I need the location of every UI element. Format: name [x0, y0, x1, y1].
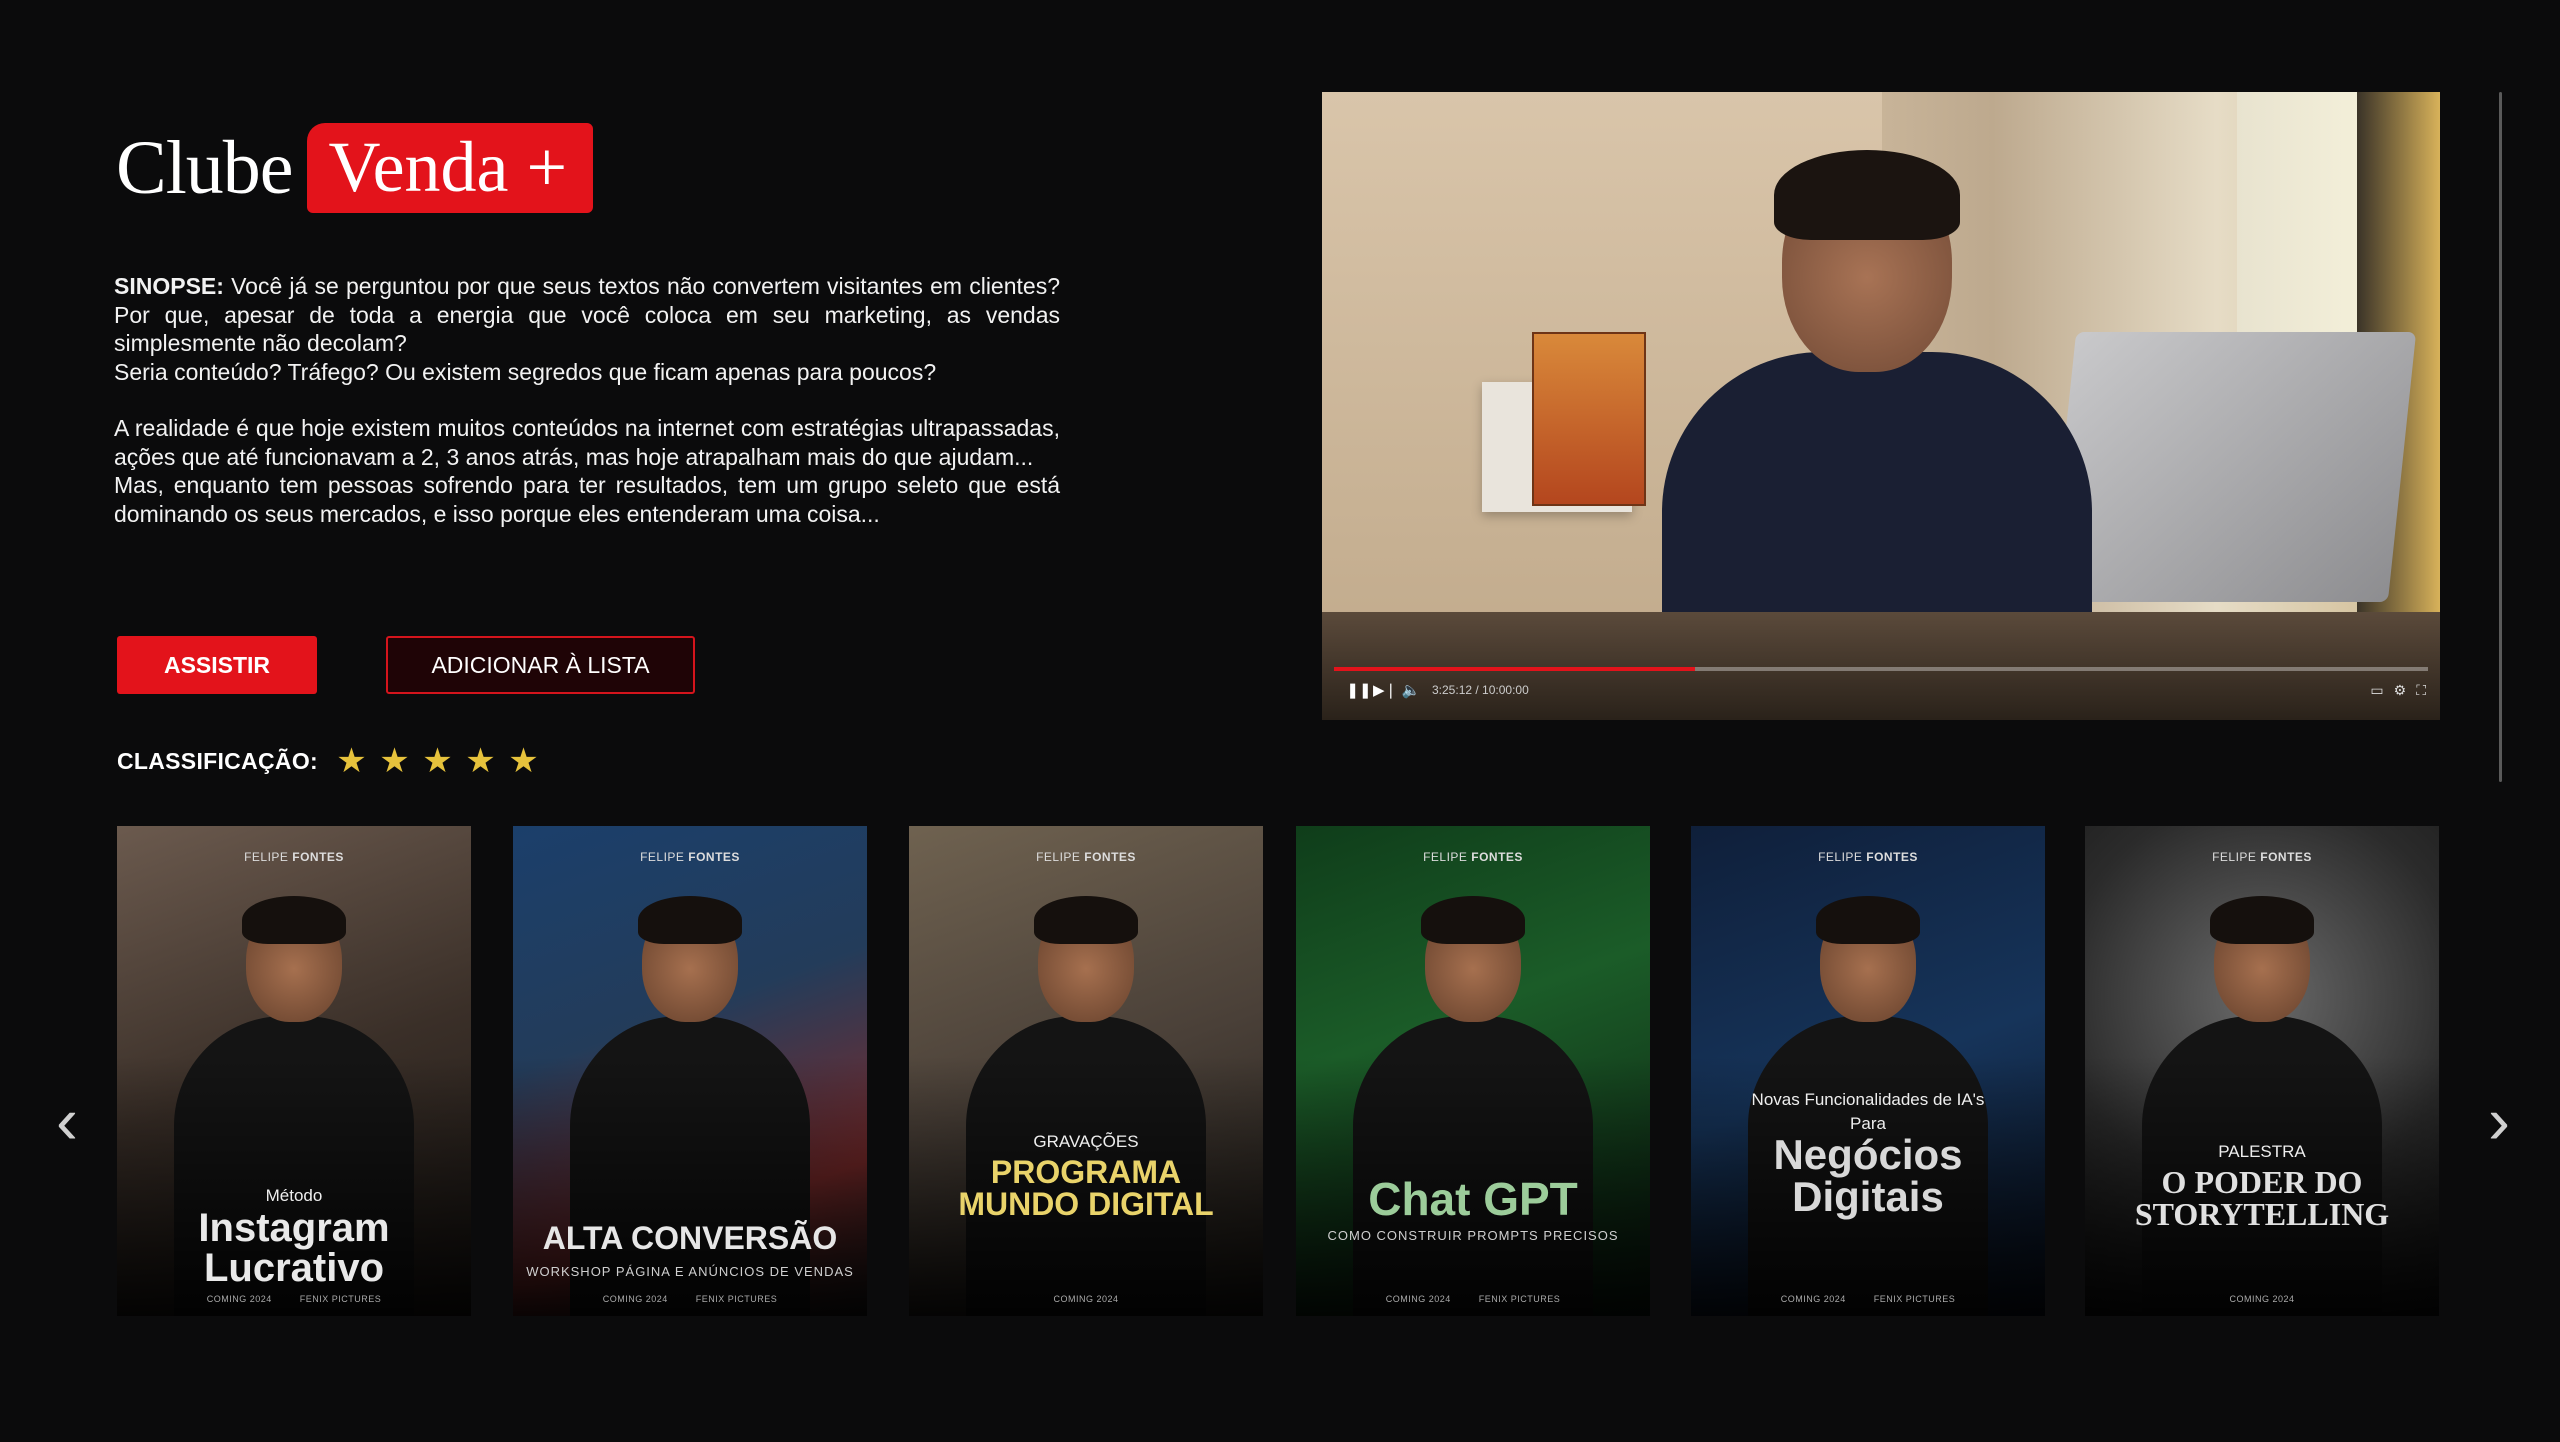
volume-icon[interactable]: 🔈	[1398, 681, 1424, 699]
card-footer-text: FENIX PICTURES	[299, 1294, 382, 1304]
card-author: FELIPE FONTES	[1818, 850, 1918, 864]
card-kicker: GRAVAÇÕES	[1033, 1132, 1139, 1151]
rating-star-icon: ★	[422, 742, 453, 780]
settings-icon[interactable]: ⚙	[2394, 682, 2407, 699]
synopsis: SINOPSE: Você já se perguntou por que se…	[114, 272, 1060, 528]
card-presenter-hair	[242, 896, 346, 944]
card-footer-text: FENIX PICTURES	[695, 1294, 778, 1304]
synopsis-paragraph-1: Você já se perguntou por que seus textos…	[114, 273, 1060, 356]
rating-star-icon: ★	[336, 742, 367, 780]
card-title: Chat GPT	[1368, 1173, 1578, 1225]
card-presenter-hair	[638, 896, 742, 944]
card-footer: COMING 2024 FENIX PICTURES	[513, 1294, 867, 1304]
card-author: FELIPE FONTES	[1423, 850, 1523, 864]
card-kicker: Novas Funcionalidades de IA's Para	[1751, 1090, 1985, 1133]
video-presenter-hair	[1774, 150, 1960, 240]
course-card[interactable]: FELIPE FONTES Chat GPT COMO CONSTRUIR PROM…	[1296, 826, 1650, 1316]
card-subtitle: WORKSHOP PÁGINA E ANÚNCIOS DE VENDAS	[526, 1264, 854, 1279]
add-to-list-button[interactable]: ADICIONAR À LISTA	[386, 636, 695, 694]
course-card[interactable]: FELIPE FONTES GRAVAÇÕES PROGRAMA MUNDO DIG…	[909, 826, 1263, 1316]
carousel-prev-button[interactable]: ‹	[42, 1087, 92, 1153]
course-card[interactable]: FELIPE FONTES PALESTRA O PODER DO STORYTEL…	[2085, 826, 2439, 1316]
card-author-last: FONTES	[1866, 850, 1918, 864]
logo-word: Clube	[116, 126, 294, 210]
card-footer-text: COMING 2024	[206, 1294, 272, 1304]
card-footer: COMING 2024 FENIX PICTURES	[1691, 1294, 2045, 1304]
video-progress-fill	[1334, 667, 1696, 671]
card-author: FELIPE FONTES	[2212, 850, 2312, 864]
card-title: Instagram Lucrativo	[198, 1206, 390, 1290]
synopsis-paragraph-3: A realidade é que hoje existem muitos co…	[114, 415, 1060, 470]
card-footer: COMING 2024	[909, 1294, 1263, 1304]
card-footer-text: COMING 2024	[602, 1294, 668, 1304]
rating-stars: ★ ★ ★ ★ ★	[330, 744, 545, 778]
card-footer-text: COMING 2024	[1780, 1294, 1846, 1304]
video-laptop	[2047, 332, 2417, 602]
rating-star-icon: ★	[508, 742, 539, 780]
synopsis-label: SINOPSE:	[114, 273, 224, 299]
card-author: FELIPE FONTES	[640, 850, 740, 864]
page-scrollbar[interactable]	[2499, 92, 2502, 782]
carousel-next-button[interactable]: ›	[2474, 1087, 2524, 1153]
video-time: 3:25:12 / 10:00:00	[1432, 683, 1529, 697]
card-footer-text: FENIX PICTURES	[1478, 1294, 1561, 1304]
synopsis-paragraph-4: Mas, enquanto tem pessoas sofrendo para …	[114, 472, 1060, 527]
watch-button[interactable]: ASSISTIR	[117, 636, 317, 694]
card-title: Negócios Digitais	[1773, 1131, 1963, 1220]
card-presenter-hair	[1816, 896, 1920, 944]
card-author: FELIPE FONTES	[1036, 850, 1136, 864]
card-footer: COMING 2024	[2085, 1294, 2439, 1304]
card-author: FELIPE FONTES	[244, 850, 344, 864]
card-presenter-hair	[1034, 896, 1138, 944]
card-presenter-hair	[1421, 896, 1525, 944]
card-title: PROGRAMA MUNDO DIGITAL	[958, 1154, 1214, 1222]
rating-star-icon: ★	[379, 742, 410, 780]
synopsis-paragraph-2: Seria conteúdo? Tráfego? Ou existem segr…	[114, 358, 937, 385]
card-author-last: FONTES	[2260, 850, 2312, 864]
video-player[interactable]: ❚❚ ▶❘ 🔈 3:25:12 / 10:00:00 ▭ ⚙ ⛶	[1322, 92, 2440, 720]
card-kicker: Método	[265, 1186, 323, 1205]
next-icon[interactable]: ▶❘	[1372, 681, 1398, 699]
card-footer-text: FENIX PICTURES	[1873, 1294, 1956, 1304]
logo-badge: Venda +	[306, 123, 594, 213]
card-kicker: PALESTRA	[2218, 1142, 2306, 1161]
card-footer-text: COMING 2024	[1053, 1294, 1119, 1304]
card-author-last: FONTES	[1471, 850, 1523, 864]
card-title: ALTA CONVERSÃO	[542, 1220, 838, 1256]
rating: CLASSIFICAÇÃO: ★ ★ ★ ★ ★	[117, 744, 545, 778]
card-footer-text: COMING 2024	[1385, 1294, 1451, 1304]
fullscreen-icon[interactable]: ⛶	[2416, 682, 2426, 699]
course-card[interactable]: FELIPE FONTES Novas Funcionalidades de IA…	[1691, 826, 2045, 1316]
brand-logo: Clube Venda +	[116, 123, 594, 213]
pause-icon[interactable]: ❚❚	[1346, 681, 1372, 699]
card-author-last: FONTES	[1084, 850, 1136, 864]
video-controls: ❚❚ ▶❘ 🔈 3:25:12 / 10:00:00 ▭ ⚙ ⛶	[1346, 675, 2426, 705]
video-book	[1532, 332, 1646, 506]
card-presenter-hair	[2210, 896, 2314, 944]
card-author-last: FONTES	[688, 850, 740, 864]
rating-star-icon: ★	[465, 742, 496, 780]
rating-label: CLASSIFICAÇÃO:	[117, 747, 318, 774]
course-card[interactable]: FELIPE FONTES Método Instagram Lucrativo CO…	[117, 826, 471, 1316]
card-footer-text: COMING 2024	[2229, 1294, 2295, 1304]
captions-icon[interactable]: ▭	[2370, 682, 2383, 699]
card-footer: COMING 2024 FENIX PICTURES	[117, 1294, 471, 1304]
card-footer: COMING 2024 FENIX PICTURES	[1296, 1294, 1650, 1304]
video-progress-bar[interactable]	[1334, 667, 2428, 671]
card-title: O PODER DO STORYTELLING	[2134, 1164, 2390, 1232]
course-card[interactable]: FELIPE FONTES ALTA CONVERSÃO WORKSHOP PÁGI…	[513, 826, 867, 1316]
card-author-last: FONTES	[292, 850, 344, 864]
card-subtitle: COMO CONSTRUIR PROMPTS PRECISOS	[1327, 1228, 1619, 1243]
